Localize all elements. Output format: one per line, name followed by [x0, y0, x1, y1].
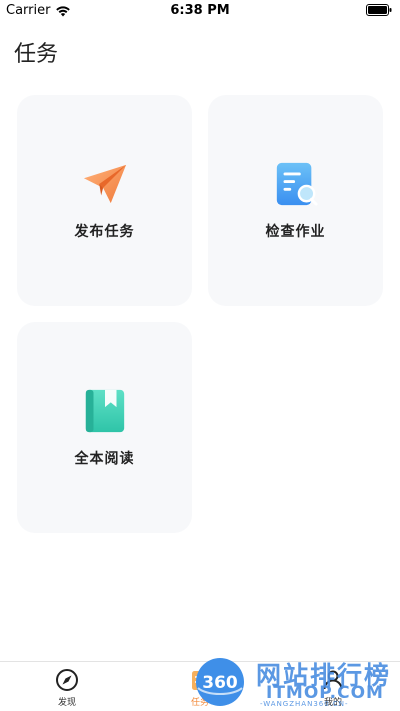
card-label: 发布任务	[74, 224, 135, 240]
publish-task-card[interactable]: 发布任务	[17, 95, 192, 306]
compass-icon	[56, 669, 78, 691]
tab-discover[interactable]: 发现	[32, 668, 102, 708]
card-label: 全本阅读	[74, 451, 135, 467]
full-reading-card[interactable]: 全本阅读	[17, 322, 192, 533]
tab-mine[interactable]: 我的	[298, 668, 368, 708]
document-search-icon	[276, 162, 318, 206]
check-homework-card[interactable]: 检查作业	[208, 95, 383, 306]
status-time: 6:38 PM	[170, 3, 230, 18]
tab-task[interactable]: 任务	[165, 668, 235, 708]
tab-label: 发现	[57, 698, 76, 708]
card-label: 检查作业	[265, 224, 326, 240]
page-title: 任务	[14, 42, 59, 67]
tab-label: 我的	[323, 698, 342, 708]
tab-label: 任务	[190, 698, 209, 708]
status-bar: Carrier 6:38 PM	[0, 0, 400, 22]
profile-icon	[323, 670, 343, 690]
battery-icon	[366, 4, 392, 16]
tab-bar: 发现 任务 我的	[0, 661, 400, 711]
book-icon	[85, 389, 124, 433]
task-icon	[192, 671, 208, 690]
paper-plane-icon	[83, 164, 126, 204]
